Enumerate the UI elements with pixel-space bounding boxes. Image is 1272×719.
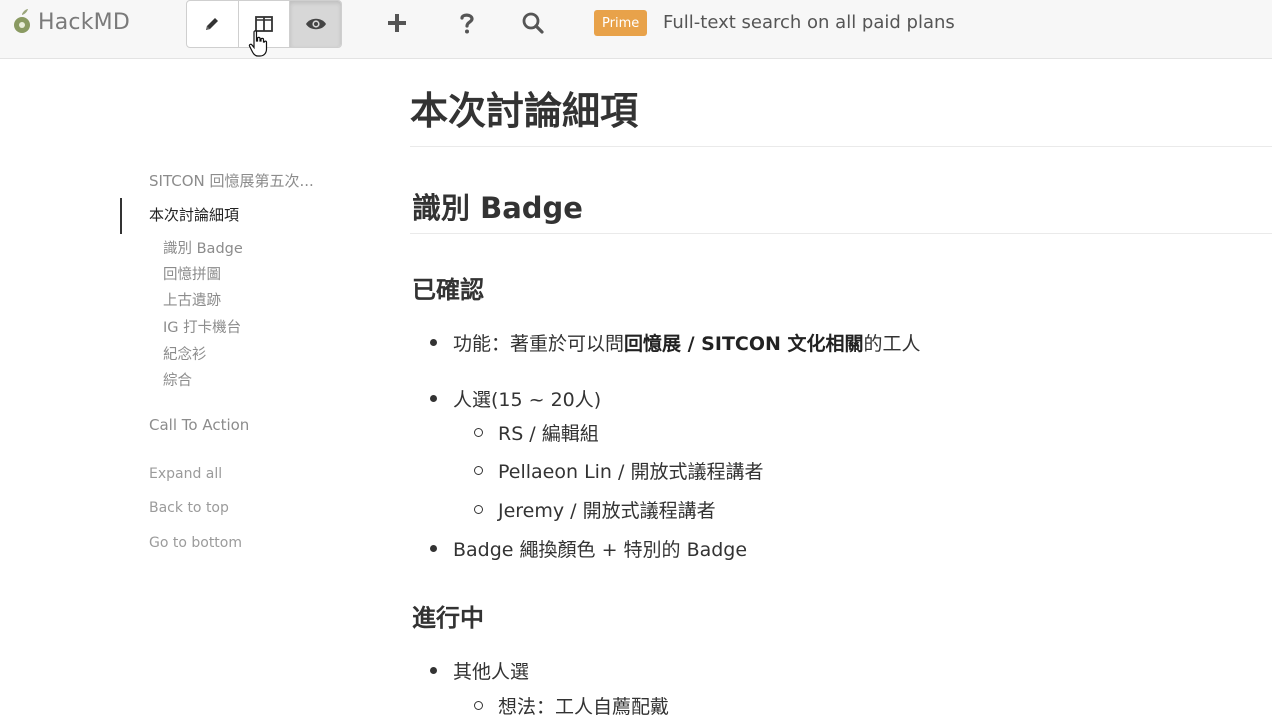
brand[interactable]: HackMD [12, 8, 130, 36]
sub-list-item: RS / 編輯組 [474, 419, 599, 446]
sub-list-item: Pellaeon Lin / 開放式議程講者 [474, 457, 763, 484]
sub-list-item-text: Jeremy / 開放式議程講者 [498, 500, 716, 522]
bullet-icon [430, 545, 437, 552]
list-item-text: 的工人 [863, 333, 921, 355]
list-item-text: 功能：著重於可以問 [453, 333, 625, 355]
subsection-heading-in-progress: 進行中 [412, 604, 484, 632]
sub-list-item-text: Pellaeon Lin / 開放式議程講者 [498, 461, 764, 483]
help-icon [460, 13, 474, 34]
plus-icon [388, 14, 406, 32]
circle-bullet-icon [474, 505, 483, 514]
list-item-text: 其他人選 [453, 661, 530, 683]
hackmd-logo-icon [14, 9, 30, 33]
list-item-text: Badge 繩換顏色 + 特別的 Badge [453, 539, 748, 561]
sub-list-item-text: 想法：工人自薦配戴 [498, 696, 670, 718]
list-item-text: 人選(15 ~ 20人) [453, 389, 602, 411]
pencil-icon [206, 18, 219, 30]
search-icon [522, 12, 544, 34]
toc-item-active[interactable]: 本次討論細項 [149, 204, 239, 225]
toc-subitem[interactable]: 上古遺跡 [163, 289, 221, 310]
sub-list-item: Jeremy / 開放式議程講者 [474, 496, 716, 523]
list-item: 其他人選 [430, 657, 529, 684]
toc-subitem[interactable]: 綜合 [163, 369, 192, 390]
list-item: 人選(15 ~ 20人) [430, 385, 601, 412]
section-divider [410, 233, 1272, 234]
toc-subitem[interactable]: IG 打卡機台 [163, 316, 241, 337]
prime-promo-text[interactable]: Full-text search on all paid plans [663, 12, 955, 33]
sub-list-item-text: RS / 編輯組 [498, 423, 599, 445]
toc-back-to-top-link[interactable]: Back to top [149, 500, 229, 516]
help-button[interactable] [452, 8, 482, 38]
eye-icon [305, 18, 326, 30]
sub-list-item: 想法：工人自薦配戴 [474, 692, 669, 719]
page-title: 本次討論細項 [410, 89, 639, 133]
toc-item-root[interactable]: SITCON 回憶展第五次... [149, 170, 314, 191]
section-heading: 識別 Badge [412, 191, 583, 225]
bullet-icon [430, 339, 437, 346]
title-divider [410, 146, 1272, 147]
top-navbar: HackMD Prime Full-text search on all pai… [0, 0, 1272, 59]
edit-mode-button[interactable] [187, 1, 239, 47]
toc-item-call-to-action[interactable]: Call To Action [149, 416, 249, 434]
view-mode-button[interactable] [290, 1, 341, 47]
toc-subitem[interactable]: 識別 Badge [163, 237, 243, 258]
bullet-icon [430, 667, 437, 674]
toc-go-to-bottom-link[interactable]: Go to bottom [149, 535, 242, 551]
list-item-bold-text: 回憶展 / SITCON 文化相關 [624, 333, 864, 355]
app-name: HackMD [38, 9, 130, 35]
toc-subitem[interactable]: 回憶拼圖 [163, 263, 221, 284]
bullet-icon [430, 395, 437, 402]
subsection-heading-confirmed: 已確認 [412, 276, 484, 304]
list-item: 功能：著重於可以問 回憶展 / SITCON 文化相關 的工人 [430, 329, 921, 356]
hand-cursor-icon [248, 30, 268, 57]
list-item: Badge 繩換顏色 + 特別的 Badge [430, 535, 747, 562]
circle-bullet-icon [474, 701, 483, 710]
toc-expand-all-link[interactable]: Expand all [149, 466, 222, 482]
new-note-button[interactable] [382, 8, 412, 38]
toc-subitem[interactable]: 紀念衫 [163, 343, 207, 364]
prime-badge[interactable]: Prime [594, 10, 648, 36]
circle-bullet-icon [474, 466, 483, 475]
search-button[interactable] [518, 8, 548, 38]
toc-active-indicator [120, 198, 122, 234]
circle-bullet-icon [474, 428, 483, 437]
